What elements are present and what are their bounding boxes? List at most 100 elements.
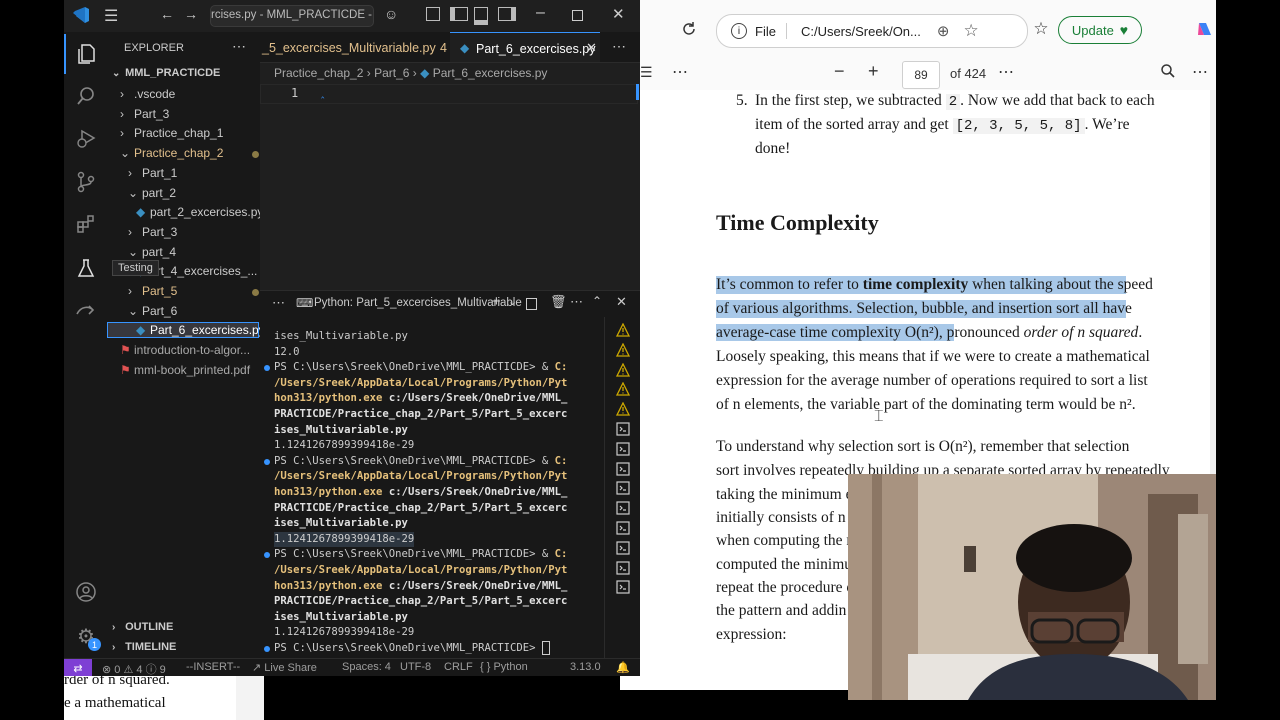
terminal-title[interactable]: Python: Part_5_excercises_Multivariable (314, 297, 522, 309)
maximize-icon[interactable] (572, 10, 583, 21)
outline-section[interactable]: › OUTLINE (112, 621, 173, 633)
notifications-bell-icon[interactable]: 🔔 (616, 661, 630, 674)
tab-part5-multivariable[interactable]: _5_excercises_Multivariable.py 4 (260, 32, 451, 62)
terminal-output[interactable]: ises_Multivariable.py 12.0 PS C:\Users\Sre… (264, 329, 584, 656)
close-icon[interactable]: ✕ (612, 5, 625, 23)
tree-item[interactable]: ⌄ Practice_chap_2 (120, 146, 259, 160)
tree-item[interactable]: ⌄ Part_6 (128, 304, 177, 318)
breadcrumb-item[interactable]: Part_6 (374, 66, 409, 80)
remote-explorer-icon[interactable] (64, 292, 108, 332)
minimize-icon[interactable]: – (536, 4, 545, 22)
workspace-root[interactable]: ⌄ MML_PRACTICDE (112, 67, 220, 79)
current-line[interactable]: 1 ‸ (260, 84, 638, 104)
python-version[interactable]: 3.13.0 (570, 661, 601, 673)
terminal-icon[interactable] (616, 521, 630, 535)
toggle-secondary-sidebar-icon[interactable] (498, 7, 516, 21)
favorites-icon[interactable]: ☆ (1028, 16, 1054, 42)
page-number-input[interactable]: 89 (902, 61, 940, 89)
problems-indicator[interactable]: ⊗ 0 ⚠ 4 ⓘ 9 (102, 661, 166, 676)
copilot-icon[interactable] (1192, 16, 1216, 42)
background-scrollbar[interactable] (236, 676, 264, 720)
breadcrumb-item[interactable]: Practice_chap_2 (274, 66, 363, 80)
source-control-icon[interactable] (64, 162, 108, 202)
chevron-down-icon[interactable]: ⌄ (508, 295, 517, 308)
more-actions-icon[interactable]: ⋯ (232, 38, 246, 55)
tree-item[interactable]: › .vscode (120, 87, 175, 101)
warning-icon[interactable] (615, 322, 631, 337)
command-decoration-icon[interactable] (264, 458, 270, 465)
extensions-icon[interactable] (64, 204, 108, 244)
terminal-icon[interactable] (616, 501, 630, 515)
tree-item[interactable]: ⚑ introduction-to-algor... (120, 343, 250, 357)
run-debug-icon[interactable] (64, 118, 108, 158)
terminal-icon[interactable] (616, 541, 630, 555)
address-bar[interactable]: i File C:/Users/Sreek/On... ⊕ ☆ (716, 14, 1028, 48)
trash-icon[interactable]: 🗑 (550, 294, 567, 310)
more-icon[interactable]: ⋯ (998, 62, 1014, 82)
end-of-line[interactable]: CRLF (444, 661, 473, 673)
remote-indicator-icon[interactable]: ⇄ (64, 659, 92, 676)
close-tab-icon[interactable]: ✕ (586, 40, 597, 56)
command-decoration-icon[interactable] (264, 552, 270, 559)
forward-icon[interactable]: → (184, 6, 198, 22)
search-icon[interactable] (64, 76, 108, 116)
tree-item[interactable]: › Part_1 (128, 166, 177, 180)
tree-item[interactable]: › Part_3 (120, 107, 169, 121)
language-mode[interactable]: { } Python (480, 661, 528, 673)
zoom-in-icon[interactable]: + (868, 61, 879, 82)
layout-icon[interactable] (426, 7, 440, 21)
terminal-icon[interactable] (616, 481, 630, 495)
favorite-star-icon[interactable]: ☆ (963, 21, 978, 41)
tree-item[interactable]: › Part_5 (128, 284, 259, 298)
command-decoration-icon[interactable] (264, 365, 270, 372)
terminal-icon[interactable] (616, 461, 630, 476)
close-panel-icon[interactable]: ✕ (616, 294, 627, 310)
new-terminal-icon[interactable]: + (492, 293, 501, 310)
explorer-icon[interactable] (64, 34, 108, 74)
warning-icon[interactable] (615, 401, 631, 416)
timeline-section[interactable]: › TIMELINE (112, 641, 176, 653)
live-share-button[interactable]: ↗ Live Share (252, 661, 317, 674)
encoding[interactable]: UTF-8 (400, 661, 431, 673)
warning-icon[interactable] (615, 342, 631, 357)
terminal-icon[interactable] (616, 580, 630, 594)
split-terminal-icon[interactable] (526, 298, 537, 310)
accounts-icon[interactable] (64, 572, 108, 612)
toggle-panel-icon[interactable] (474, 7, 488, 25)
more-actions-icon[interactable]: ⋯ (612, 38, 626, 55)
warning-icon[interactable] (615, 381, 631, 397)
command-decoration-icon[interactable] (264, 645, 270, 652)
command-center[interactable]: rcises.py - MML_PRACTICDE - Visu (210, 5, 374, 27)
info-icon[interactable]: i (731, 23, 747, 39)
contents-icon[interactable]: ☰ (640, 64, 653, 81)
chevron-up-icon[interactable]: ⌃ (592, 294, 602, 308)
breadcrumb-item[interactable]: Part_6_excercises.py (433, 66, 548, 80)
tree-item[interactable]: ⚑ mml-book_printed.pdf (120, 363, 250, 377)
more-actions-icon[interactable]: ⋯ (272, 295, 285, 311)
terminal-icon[interactable] (616, 560, 630, 575)
back-icon[interactable]: ← (160, 6, 174, 22)
zoom-icon[interactable]: ⊕ (937, 22, 950, 40)
testing-icon[interactable] (64, 248, 108, 288)
tab-part6-excercises[interactable]: ◆ Part_6_excercises.py ✕ (450, 32, 600, 62)
toggle-sidebar-icon[interactable] (450, 7, 468, 21)
tree-item[interactable]: ◆ part_2_excercises.py (136, 205, 263, 219)
update-button[interactable]: Update ♥ (1058, 16, 1142, 44)
search-icon[interactable] (1160, 63, 1176, 82)
tree-item[interactable]: ⌄ part_4 (128, 245, 176, 259)
more-icon[interactable]: ⋯ (672, 62, 688, 82)
tree-item[interactable]: ◆ Part_6_excercises.py (107, 322, 265, 339)
tree-item[interactable]: ⌄ part_2 (128, 186, 176, 200)
menu-icon[interactable]: ☰ (104, 6, 118, 26)
zoom-out-icon[interactable]: − (834, 61, 845, 82)
tree-item[interactable]: › Part_3 (128, 225, 177, 239)
tree-item[interactable]: › Practice_chap_1 (120, 126, 223, 140)
refresh-icon[interactable] (676, 16, 702, 42)
terminal-icon[interactable] (616, 442, 630, 456)
more-icon[interactable]: ⋯ (1192, 62, 1208, 82)
warning-icon[interactable] (615, 362, 631, 377)
indentation[interactable]: Spaces: 4 (342, 661, 391, 673)
terminal-icon[interactable] (616, 422, 630, 436)
copilot-icon[interactable]: ☺ (384, 6, 398, 22)
manage-gear-icon[interactable]: ⚙ 1 (64, 616, 108, 656)
